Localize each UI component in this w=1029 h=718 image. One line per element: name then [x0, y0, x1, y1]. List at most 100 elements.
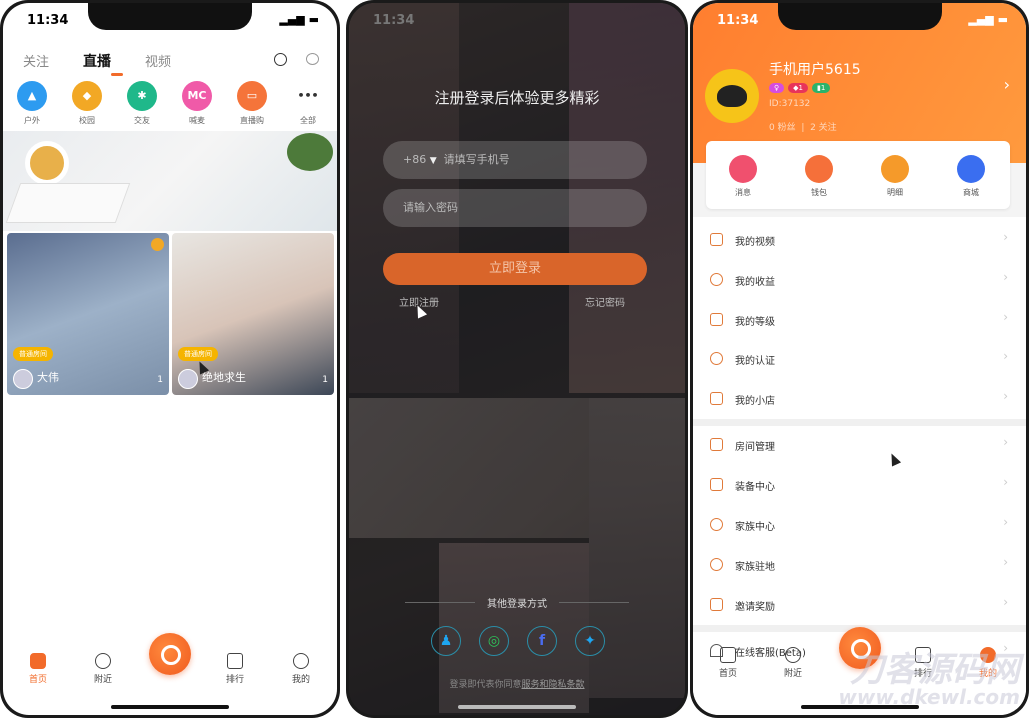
- chevron-right-icon[interactable]: ›: [1004, 75, 1010, 94]
- login-screen: 11:34 注册登录后体验更多精彩 +86 ▼ 请填写手机号 请输入密码 立即登…: [346, 0, 688, 718]
- quick-label: 明细: [887, 188, 903, 197]
- following-count[interactable]: 2 关注: [810, 123, 837, 133]
- video-icon: [710, 233, 723, 246]
- menu-room-management[interactable]: 房间管理 ›: [693, 425, 1026, 465]
- wechat-login-icon[interactable]: ◎: [479, 626, 509, 656]
- more-icon: •••: [297, 89, 319, 102]
- password-placeholder: 请输入密码: [403, 201, 458, 214]
- chevron-right-icon: ›: [1003, 349, 1008, 363]
- streamer-name: 绝地求生: [202, 371, 246, 384]
- home-icon: [30, 653, 46, 669]
- location-icon: [95, 653, 111, 669]
- chevron-right-icon: ›: [1003, 230, 1008, 244]
- menu-label: 家族中心: [735, 522, 775, 533]
- location-icon: [710, 558, 723, 571]
- menu-my-videos[interactable]: 我的视频 ›: [693, 220, 1026, 260]
- tab-ranking[interactable]: 排行: [210, 653, 260, 685]
- chevron-right-icon: ›: [1003, 475, 1008, 489]
- search-icon[interactable]: [274, 53, 287, 66]
- menu-my-earnings[interactable]: 我的收益 ›: [693, 260, 1026, 300]
- tab-nearby[interactable]: 附近: [768, 647, 818, 679]
- store-button[interactable]: 商城: [946, 155, 996, 198]
- avatar[interactable]: [705, 69, 759, 123]
- details-button[interactable]: 明细: [870, 155, 920, 198]
- tab-video[interactable]: 视频: [145, 51, 171, 70]
- viewer-count: 1: [157, 375, 163, 385]
- dance-icon: ✱: [127, 81, 157, 111]
- wallet-button[interactable]: 钱包: [794, 155, 844, 198]
- tab-nearby[interactable]: 附近: [78, 653, 128, 685]
- tab-home[interactable]: 首页: [13, 653, 63, 685]
- live-card[interactable]: 普通房间 大伟 1: [7, 233, 169, 395]
- country-code-select[interactable]: +86: [403, 153, 426, 166]
- tab-label: 首页: [28, 675, 47, 685]
- tab-home[interactable]: 首页: [703, 647, 753, 679]
- phone-input[interactable]: +86 ▼ 请填写手机号: [383, 141, 647, 179]
- mc-icon: MC: [182, 81, 212, 111]
- room-tag: 普通房间: [13, 347, 53, 361]
- quick-label: 消息: [735, 188, 751, 197]
- menu-label: 房间管理: [735, 442, 775, 453]
- message-icon[interactable]: [306, 53, 319, 65]
- category-label: 全部: [300, 116, 316, 125]
- fans-count[interactable]: 0 粉丝: [769, 123, 796, 133]
- banner-image[interactable]: [3, 131, 337, 231]
- clock: 11:34: [27, 13, 69, 28]
- smile-icon: [293, 653, 309, 669]
- tab-bar: 首页 附近 排行 我的: [3, 633, 337, 693]
- badge-row: ♀ ◆1 ▮1: [769, 83, 831, 93]
- live-card[interactable]: 普通房间 绝地求生 1: [172, 233, 334, 395]
- tab-mine[interactable]: 我的: [276, 653, 326, 685]
- category-shopping[interactable]: ▭ 直播购: [227, 81, 277, 126]
- clock: 11:34: [717, 13, 759, 28]
- home-indicator: [458, 705, 576, 709]
- category-campus[interactable]: ◆ 校园: [62, 81, 112, 126]
- keyboard-image: [5, 183, 131, 223]
- qq-login-icon[interactable]: ♟: [431, 626, 461, 656]
- chevron-right-icon: ›: [1003, 435, 1008, 449]
- category-mc[interactable]: MC 喊麦: [172, 81, 222, 126]
- menu-my-verification[interactable]: 我的认证 ›: [693, 339, 1026, 379]
- level-badge: ◆1: [788, 83, 808, 93]
- wallet-icon: [805, 155, 833, 183]
- tab-label: 附近: [783, 669, 802, 679]
- category-label: 校园: [79, 116, 95, 125]
- tab-follow[interactable]: 关注: [23, 51, 49, 70]
- menu-label: 我的小店: [735, 396, 775, 407]
- menu-equipment[interactable]: 装备中心 ›: [693, 465, 1026, 505]
- plant-image: [287, 133, 333, 171]
- forgot-password-link[interactable]: 忘记密码: [585, 294, 625, 309]
- list-icon: [881, 155, 909, 183]
- tab-live[interactable]: 直播: [83, 51, 111, 71]
- category-label: 喊麦: [189, 116, 205, 125]
- menu-my-level[interactable]: 我的等级 ›: [693, 300, 1026, 340]
- messages-button[interactable]: 消息: [718, 155, 768, 198]
- category-all[interactable]: ••• 全部: [283, 81, 333, 126]
- tab-label: 首页: [718, 669, 737, 679]
- terms-link[interactable]: 服务和隐私条款: [522, 680, 585, 690]
- notch: [777, 3, 942, 30]
- user-icon: [710, 518, 723, 531]
- menu-family-base[interactable]: 家族驻地 ›: [693, 545, 1026, 585]
- tab-label: 排行: [225, 675, 244, 685]
- trophy-icon: [227, 653, 243, 669]
- menu-label: 家族驻地: [735, 562, 775, 573]
- room-tag: 普通房间: [178, 347, 218, 361]
- password-input[interactable]: 请输入密码: [383, 189, 647, 227]
- menu-my-shop[interactable]: 我的小店 ›: [693, 379, 1026, 419]
- caret-down-icon[interactable]: ▼: [430, 156, 437, 166]
- twitter-login-icon[interactable]: ✦: [575, 626, 605, 656]
- category-friends[interactable]: ✱ 交友: [117, 81, 167, 126]
- category-outdoor[interactable]: ▲ 户外: [7, 81, 57, 126]
- money-bag-icon: [710, 273, 723, 286]
- chevron-right-icon: ›: [1003, 595, 1008, 609]
- house-icon: [710, 438, 723, 451]
- login-button[interactable]: 立即登录: [383, 253, 647, 285]
- graduation-icon: ◆: [72, 81, 102, 111]
- category-label: 交友: [134, 116, 150, 125]
- menu-family-center[interactable]: 家族中心 ›: [693, 505, 1026, 545]
- menu-invite-reward[interactable]: 邀请奖励 ›: [693, 585, 1026, 625]
- menu-label: 我的收益: [735, 277, 775, 288]
- go-live-button[interactable]: [149, 633, 191, 675]
- facebook-login-icon[interactable]: f: [527, 626, 557, 656]
